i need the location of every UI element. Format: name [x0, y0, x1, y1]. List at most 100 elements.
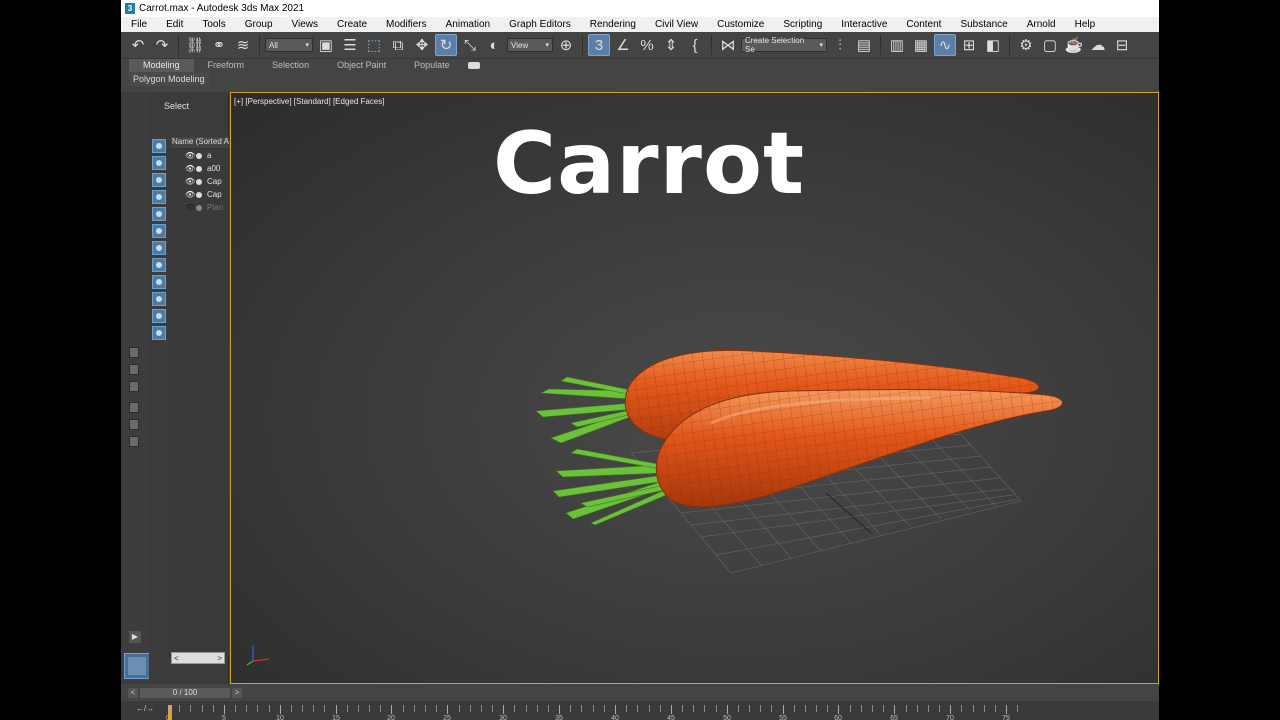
freeze-dot-icon[interactable] — [196, 191, 202, 198]
freeze-dot-icon[interactable] — [196, 204, 202, 211]
scroll-left-icon[interactable]: < — [174, 654, 179, 663]
ribbon-toggle-icon[interactable]: ▦ — [910, 34, 932, 56]
named-selection-dropdown[interactable]: Create Selection Se ▾ — [741, 36, 827, 54]
select-rotate-icon[interactable]: ↻ — [435, 34, 457, 56]
window-crossing-icon[interactable]: ⧉ — [387, 34, 409, 56]
unlink-icon[interactable]: ⚭ — [208, 34, 230, 56]
visibility-eye-icon[interactable]: 👁 — [185, 177, 195, 186]
schematic-view-icon[interactable]: ⊞ — [958, 34, 980, 56]
menu-substance[interactable]: Substance — [950, 19, 1016, 30]
visibility-eye-icon[interactable]: 👁 — [185, 203, 195, 212]
select-object-icon[interactable]: ▣ — [315, 34, 337, 56]
freeze-dot-icon[interactable] — [196, 178, 202, 185]
freeze-dot-icon[interactable] — [196, 152, 202, 159]
render-setup-icon[interactable]: ⚙ — [1015, 34, 1037, 56]
material-editor-icon[interactable]: ◧ — [982, 34, 1004, 56]
mirror-icon[interactable]: ⋈ — [717, 34, 739, 56]
menu-views[interactable]: Views — [282, 19, 328, 30]
select-by-name-icon[interactable]: ☰ — [339, 34, 361, 56]
viewport-layout-button[interactable] — [124, 653, 150, 679]
angle-snap-icon[interactable]: ∠ — [612, 34, 634, 56]
track-bar-toggle[interactable]: ←/→ — [136, 704, 154, 713]
rect-selection-icon[interactable]: ⬚ — [363, 34, 385, 56]
menu-help[interactable]: Help — [1065, 19, 1105, 30]
edit-named-selection-icon[interactable]: { — [684, 34, 706, 56]
visibility-eye-icon[interactable]: 👁 — [185, 164, 195, 173]
xrefs-filter-icon[interactable] — [152, 258, 166, 272]
scene-item[interactable]: 👁 a00 — [171, 162, 229, 175]
page-icon[interactable] — [129, 364, 139, 375]
menu-civil-view[interactable]: Civil View — [645, 19, 707, 30]
scene-explorer-icon[interactable]: ▤ — [853, 34, 875, 56]
scene-explorer-scrollbar[interactable]: < > — [171, 652, 225, 664]
previous-frame-button[interactable]: < — [128, 688, 138, 698]
cameras-filter-icon[interactable] — [152, 190, 166, 204]
frozen-filter-icon[interactable] — [152, 309, 166, 323]
select-move-icon[interactable]: ✥ — [411, 34, 433, 56]
link-icon[interactable]: ⛓ — [184, 34, 206, 56]
ribbon-subpanel[interactable]: Polygon Modeling — [129, 72, 209, 86]
menu-arnold[interactable]: Arnold — [1017, 19, 1065, 30]
scene-item[interactable]: 👁 Cap — [171, 188, 229, 201]
lights-filter-icon[interactable] — [152, 173, 166, 187]
place-icon[interactable]: ◐ — [483, 34, 505, 56]
scroll-right-icon[interactable]: > — [217, 654, 222, 663]
scene-item[interactable]: 👁 a — [171, 149, 229, 162]
select-scale-icon[interactable]: ⤡ — [459, 34, 481, 56]
hidden-filter-icon[interactable] — [152, 326, 166, 340]
scene-item[interactable]: 👁 Plan — [171, 201, 229, 214]
align-icon[interactable]: ⫶ — [829, 34, 851, 56]
column-header-name[interactable]: Name (Sorted A — [171, 137, 229, 149]
helpers-filter-icon[interactable] — [152, 207, 166, 221]
time-slider[interactable]: 0 / 100 — [140, 688, 230, 698]
containers-filter-icon[interactable] — [152, 292, 166, 306]
menu-create[interactable]: Create — [327, 19, 376, 30]
menu-content[interactable]: Content — [896, 19, 950, 30]
funnel-icon[interactable] — [129, 419, 139, 430]
list-icon[interactable] — [129, 381, 139, 392]
track-bar[interactable]: ←/→ 0 5 10 15 20 25 30 35 40 45 50 55 60 65 70 75 — [121, 701, 1159, 720]
snap-toggle-icon[interactable]: 3 — [588, 34, 610, 56]
layer-explorer-icon[interactable]: ▥ — [886, 34, 908, 56]
visibility-eye-icon[interactable]: 👁 — [185, 190, 195, 199]
spinner-snap-icon[interactable]: ⇕ — [660, 34, 682, 56]
track-ruler[interactable]: 0 5 10 15 20 25 30 35 40 45 50 55 60 65 70 75 — [166, 705, 1159, 720]
scene-explorer-mode[interactable]: Select — [164, 101, 189, 111]
groups-filter-icon[interactable] — [152, 241, 166, 255]
pivot-icon[interactable]: ⊕ — [555, 34, 577, 56]
menu-rendering[interactable]: Rendering — [580, 19, 645, 30]
menu-tools[interactable]: Tools — [192, 19, 234, 30]
play-icon[interactable]: ▶ — [129, 631, 141, 643]
undo-icon[interactable]: ↶ — [127, 34, 149, 56]
ribbon-tab-selection[interactable]: Selection — [258, 59, 323, 72]
render-cloud-icon[interactable]: ☁ — [1087, 34, 1109, 56]
menu-scripting[interactable]: Scripting — [773, 19, 831, 30]
visibility-eye-icon[interactable]: 👁 — [185, 151, 195, 160]
menu-animation[interactable]: Animation — [436, 19, 499, 30]
perspective-viewport[interactable]: [+] [Perspective] [Standard] [Edged Face… — [230, 92, 1159, 684]
menu-interactive[interactable]: Interactive — [831, 19, 896, 30]
selection-filter-dropdown[interactable]: All ▾ — [265, 38, 313, 52]
next-frame-button[interactable]: > — [232, 688, 242, 698]
rendered-frame-icon[interactable]: ▢ — [1039, 34, 1061, 56]
ribbon-tab-populate[interactable]: Populate — [400, 59, 464, 72]
render-icon[interactable]: ☕ — [1063, 34, 1085, 56]
ribbon-tab-modeling[interactable]: Modeling — [129, 59, 194, 72]
file-icon[interactable] — [129, 347, 139, 358]
ribbon-options-icon[interactable] — [467, 62, 480, 69]
shapes-filter-icon[interactable] — [152, 156, 166, 170]
menu-customize[interactable]: Customize — [707, 19, 773, 30]
percent-snap-icon[interactable]: % — [636, 34, 658, 56]
reference-coordinate-dropdown[interactable]: View ▾ — [507, 38, 553, 52]
menu-group[interactable]: Group — [235, 19, 282, 30]
bones-filter-icon[interactable] — [152, 275, 166, 289]
redo-icon[interactable]: ↷ — [151, 34, 173, 56]
bind-space-warp-icon[interactable]: ≋ — [232, 34, 254, 56]
keyboard-icon[interactable] — [129, 436, 139, 447]
ribbon-tab-object-paint[interactable]: Object Paint — [323, 59, 400, 72]
filter-icon[interactable] — [129, 402, 139, 413]
geometry-filter-icon[interactable] — [152, 139, 166, 153]
viewport-layout-icon[interactable]: ⊟ — [1111, 34, 1133, 56]
scene-item[interactable]: 👁 Cap — [171, 175, 229, 188]
menu-modifiers[interactable]: Modifiers — [376, 19, 436, 30]
